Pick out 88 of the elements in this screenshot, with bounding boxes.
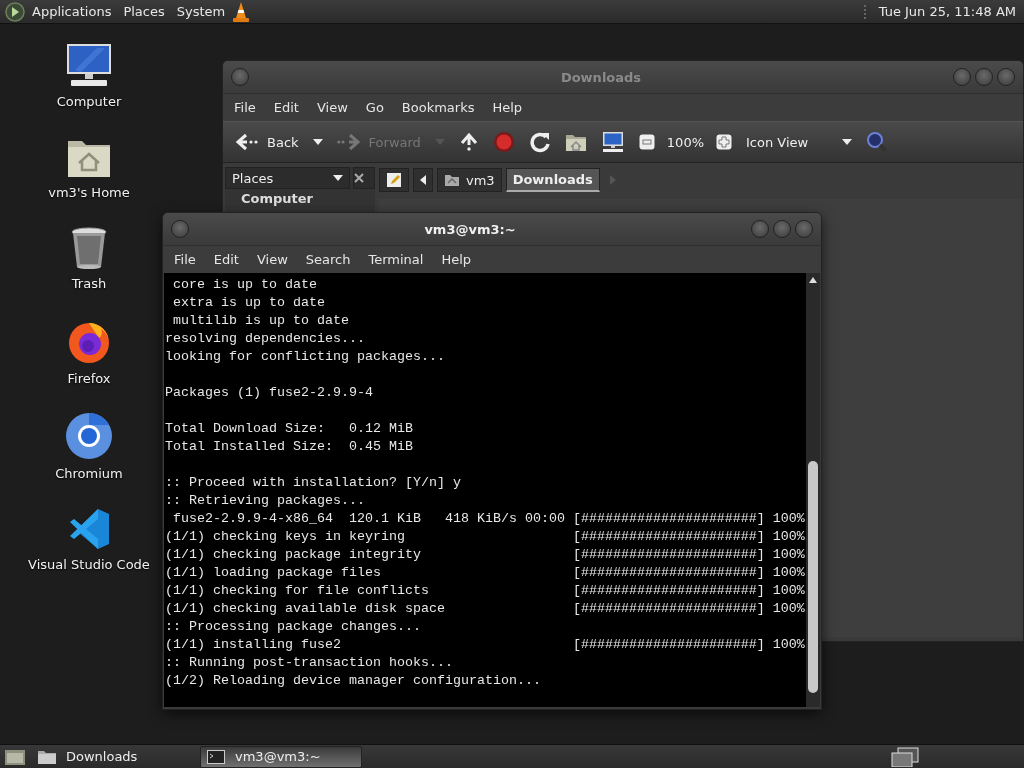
left-arrow-icon xyxy=(420,175,426,185)
right-arrow-icon xyxy=(609,175,616,185)
terminal-line: (1/1) loading package files [######################] 100% xyxy=(165,564,805,582)
terminal-line: (1/1) installing fuse2 [######################] 100% xyxy=(165,636,805,654)
minimize-button[interactable] xyxy=(751,220,769,238)
terminal-line: (1/1) checking available disk space [######################] 100% xyxy=(165,600,805,618)
up-icon xyxy=(458,132,479,152)
menu-item[interactable]: Bookmarks xyxy=(392,97,484,118)
menu-item[interactable]: File xyxy=(165,249,205,270)
caret-icon xyxy=(842,139,853,145)
scroll-up-icon xyxy=(809,277,817,283)
terminal-line: multilib is up to date xyxy=(172,312,350,330)
windows-icon xyxy=(890,746,920,767)
menu-item[interactable]: Help xyxy=(432,249,481,270)
window-title: vm3@vm3:~ xyxy=(423,221,517,237)
terminal-line: :: Retrieving packages... xyxy=(165,492,366,510)
edit-location-button[interactable] xyxy=(379,168,409,192)
home-folder-icon xyxy=(564,132,587,152)
back-arrow-icon xyxy=(235,132,259,152)
pencil-icon xyxy=(386,172,402,188)
terminal-line: (1/2) Reloading device manager configuration... xyxy=(165,672,542,690)
path-left-button[interactable] xyxy=(413,168,433,192)
home-folder-icon xyxy=(444,173,460,187)
app-menu-icon[interactable] xyxy=(4,0,26,23)
zoom-level: 100% xyxy=(665,134,705,150)
clock[interactable]: Tue Jun 25, 11:48 AM xyxy=(874,4,1020,19)
view-mode-dropdown[interactable]: Icon View xyxy=(742,132,857,152)
path-button[interactable]: vm3 xyxy=(437,168,502,192)
places-dropdown[interactable]: Places xyxy=(225,167,350,189)
caret-icon xyxy=(434,139,445,145)
menu-item[interactable]: Terminal xyxy=(359,249,433,270)
forward-arrow-icon xyxy=(336,132,361,152)
panel-menu[interactable]: Applications xyxy=(26,2,118,21)
terminal-line: fuse2-2.9.9-4-x86_64 120.1 KiB 418 KiB/s 00:00 [######################] 100% xyxy=(172,510,805,528)
menu-item[interactable]: Edit xyxy=(264,97,308,118)
taskbar-item[interactable]: Downloads xyxy=(32,745,194,768)
terminal-line: Total Installed Size: 0.45 MiB xyxy=(165,438,414,456)
zoom-out-icon xyxy=(638,134,655,150)
menu-item[interactable]: Edit xyxy=(204,249,248,270)
terminal-line: (1/1) checking for file conflicts [######################] 100% xyxy=(165,582,805,600)
menu-item[interactable]: Search xyxy=(296,249,360,270)
minimize-button[interactable] xyxy=(953,68,971,86)
window-menu-button[interactable] xyxy=(171,220,189,238)
window-menu-button[interactable] xyxy=(231,68,249,86)
terminal-line: resolving dependencies... xyxy=(165,330,366,348)
folder-icon xyxy=(38,749,56,764)
scrollbar-thumb[interactable] xyxy=(808,461,818,693)
stop-icon xyxy=(492,131,515,153)
menu-item[interactable]: View xyxy=(307,97,357,118)
trash-can-icon xyxy=(70,226,108,270)
path-button[interactable]: Downloads xyxy=(505,168,600,192)
terminal-line: :: Running post-transaction hooks... xyxy=(165,654,454,672)
reload-icon xyxy=(528,131,551,153)
menu-item[interactable]: Help xyxy=(483,97,532,118)
close-sidebar-button[interactable] xyxy=(353,167,375,189)
terminal-line: looking for conflicting packages... xyxy=(165,348,446,366)
menu-item[interactable]: File xyxy=(225,97,265,118)
browser-icon xyxy=(65,412,113,460)
close-button[interactable] xyxy=(795,220,813,238)
search-icon xyxy=(866,131,889,153)
back-button[interactable]: Back xyxy=(231,130,303,154)
window-title: Downloads xyxy=(559,69,643,85)
maximize-button[interactable] xyxy=(773,220,791,238)
caret-icon xyxy=(312,139,323,145)
terminal-line: Packages (1) fuse2-2.9.9-4 xyxy=(165,384,374,402)
computer-icon xyxy=(600,131,625,153)
menu-item[interactable]: Go xyxy=(356,97,393,118)
caret-icon xyxy=(333,175,343,181)
workspace-switcher[interactable] xyxy=(890,746,920,767)
terminal-line: (1/1) checking package integrity [######################] 100% xyxy=(165,546,805,564)
menu-item[interactable]: View xyxy=(247,249,297,270)
terminal-line: Total Download Size: 0.12 MiB xyxy=(165,420,414,438)
close-icon xyxy=(354,173,364,183)
terminal-line: core is up to date xyxy=(172,276,318,294)
taskbar-item[interactable]: vm3@vm3:~ xyxy=(200,745,362,768)
terminal-line: extra is up to date xyxy=(172,294,326,312)
terminal-line: :: Proceed with installation? [Y/n] y xyxy=(165,474,462,492)
terminal-line: (1/1) checking keys in keyring [######################] 100% xyxy=(165,528,805,546)
close-button[interactable] xyxy=(997,68,1015,86)
zoom-in-icon xyxy=(716,134,732,150)
maximize-button[interactable] xyxy=(975,68,993,86)
terminal-icon xyxy=(207,749,225,764)
scrollbar[interactable] xyxy=(806,273,820,707)
panel-menu[interactable]: System xyxy=(170,2,232,21)
sidebar-item[interactable]: Computer xyxy=(225,189,375,208)
terminal-line: :: Processing package changes... xyxy=(165,618,422,636)
panel-menu[interactable]: Places xyxy=(117,2,171,21)
monitor-icon xyxy=(65,42,113,88)
